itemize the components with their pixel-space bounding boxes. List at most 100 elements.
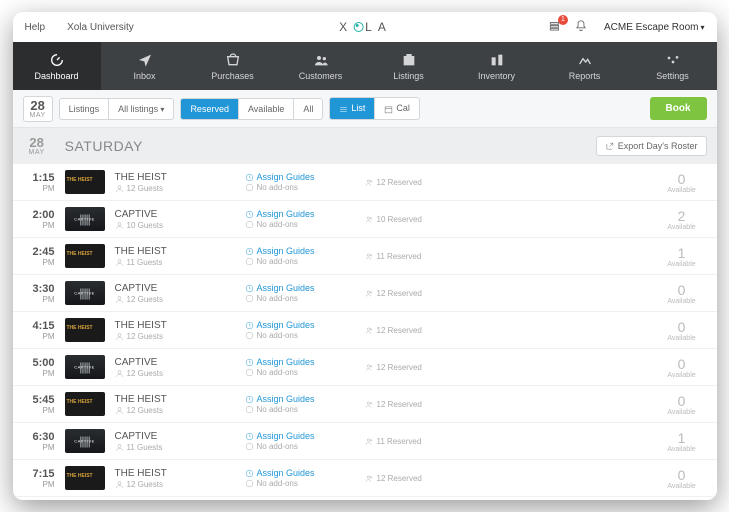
nav-purchases[interactable]: Purchases	[189, 42, 277, 90]
assign-guides-link[interactable]: Assign Guides	[245, 320, 355, 330]
event-actions: Assign GuidesNo add-ons	[245, 172, 355, 192]
tag-icon	[245, 257, 254, 266]
book-button[interactable]: Book	[650, 97, 707, 120]
logo-mark-icon	[353, 22, 363, 32]
event-row[interactable]: 2:45PMTHE HEIST11 GuestsAssign GuidesNo …	[13, 238, 717, 275]
clock-icon	[245, 395, 254, 404]
event-row[interactable]: 3:30PMCAPTIVE12 GuestsAssign GuidesNo ad…	[13, 275, 717, 312]
assign-guides-link[interactable]: Assign Guides	[245, 357, 355, 367]
addons-text: No add-ons	[245, 183, 355, 192]
available-count: 0Available	[657, 319, 707, 342]
person-icon	[115, 406, 124, 415]
view-cal[interactable]: Cal	[375, 98, 419, 118]
addons-text: No add-ons	[245, 405, 355, 414]
assign-guides-link[interactable]: Assign Guides	[245, 431, 355, 441]
xola-university-link[interactable]: Xola University	[67, 22, 134, 33]
addons-text: No add-ons	[245, 368, 355, 377]
available-count: 2Available	[657, 208, 707, 231]
event-thumbnail	[65, 392, 105, 416]
people-icon	[365, 289, 374, 298]
all-listings-dropdown[interactable]: All listings	[109, 99, 173, 119]
filter-available[interactable]: Available	[239, 99, 294, 119]
people-icon	[365, 400, 374, 409]
person-icon	[115, 369, 124, 378]
event-actions: Assign GuidesNo add-ons	[245, 431, 355, 451]
event-thumbnail	[65, 281, 105, 305]
people-icon	[365, 363, 374, 372]
listings-filter: Listings All listings	[59, 98, 175, 120]
event-row[interactable]: 5:00PMCAPTIVE12 GuestsAssign GuidesNo ad…	[13, 349, 717, 386]
nav-reports[interactable]: Reports	[541, 42, 629, 90]
event-info: THE HEIST12 Guests	[115, 172, 235, 193]
nav-dashboard[interactable]: Dashboard	[13, 42, 101, 90]
addons-text: No add-ons	[245, 257, 355, 266]
nav-inbox[interactable]: Inbox	[101, 42, 189, 90]
event-time: 5:45PM	[23, 394, 55, 415]
reserved-count: 12 Reserved	[365, 289, 455, 298]
assign-guides-link[interactable]: Assign Guides	[245, 209, 355, 219]
event-info: CAPTIVE11 Guests	[115, 431, 235, 452]
tag-icon	[245, 405, 254, 414]
event-actions: Assign GuidesNo add-ons	[245, 209, 355, 229]
addons-text: No add-ons	[245, 479, 355, 488]
view-toggle: List Cal	[329, 97, 420, 119]
tag-icon	[245, 479, 254, 488]
assign-guides-link[interactable]: Assign Guides	[245, 172, 355, 182]
event-thumbnail	[65, 170, 105, 194]
tag-icon	[245, 220, 254, 229]
person-icon	[115, 295, 124, 304]
clock-icon	[245, 247, 254, 256]
event-row[interactable]: 5:45PMTHE HEIST12 GuestsAssign GuidesNo …	[13, 386, 717, 423]
event-row[interactable]: 4:15PMTHE HEIST12 GuestsAssign GuidesNo …	[13, 312, 717, 349]
available-count: 1Available	[657, 430, 707, 453]
reserved-count: 10 Reserved	[365, 215, 455, 224]
help-link[interactable]: Help	[25, 22, 46, 33]
nav-inventory[interactable]: Inventory	[453, 42, 541, 90]
event-thumbnail	[65, 207, 105, 231]
event-actions: Assign GuidesNo add-ons	[245, 394, 355, 414]
top-bar: Help Xola University XLA ACME Escape Roo…	[13, 12, 717, 42]
nav-listings[interactable]: Listings	[365, 42, 453, 90]
people-icon	[365, 326, 374, 335]
event-time: 4:15PM	[23, 320, 55, 341]
event-info: THE HEIST12 Guests	[115, 320, 235, 341]
main-nav: DashboardInboxPurchasesCustomersListings…	[13, 42, 717, 90]
export-roster-button[interactable]: Export Day's Roster	[596, 136, 707, 156]
event-row[interactable]: 1:15PM THE HEIST12 Guests Assign GuidesNo …	[13, 164, 717, 201]
assign-guides-link[interactable]: Assign Guides	[245, 468, 355, 478]
event-thumbnail	[65, 429, 105, 453]
person-icon	[115, 332, 124, 341]
filter-bar: 28 MAY Listings All listings Reserved Av…	[13, 90, 717, 128]
date-picker[interactable]: 28 MAY	[23, 96, 53, 122]
addons-text: No add-ons	[245, 294, 355, 303]
reserved-count: 12 Reserved	[365, 363, 455, 372]
nav-settings[interactable]: Settings	[629, 42, 717, 90]
people-icon	[365, 178, 374, 187]
company-switcher[interactable]: ACME Escape Room▾	[604, 22, 705, 33]
event-row[interactable]: 6:30PM CAPTIVE11 Guests Assign GuidesNo ad…	[13, 423, 717, 460]
nav-customers[interactable]: Customers	[277, 42, 365, 90]
view-list[interactable]: List	[330, 98, 375, 118]
notifications-icon[interactable]	[548, 19, 562, 36]
event-info: CAPTIVE12 Guests	[115, 357, 235, 378]
event-row[interactable]: 2:00PMCAPTIVE10 GuestsAssign GuidesNo ad…	[13, 201, 717, 238]
event-thumbnail	[65, 318, 105, 342]
assign-guides-link[interactable]: Assign Guides	[245, 283, 355, 293]
filter-reserved[interactable]: Reserved	[181, 99, 239, 119]
clock-icon	[245, 284, 254, 293]
top-right: ACME Escape Room▾	[548, 19, 705, 36]
tag-icon	[245, 183, 254, 192]
assign-guides-link[interactable]: Assign Guides	[245, 394, 355, 404]
tag-icon	[245, 368, 254, 377]
available-count: 0Available	[657, 282, 707, 305]
people-icon	[365, 215, 374, 224]
event-row[interactable]: 7:15PMTHE HEIST12 GuestsAssign GuidesNo …	[13, 460, 717, 497]
available-count: 0Available	[657, 356, 707, 379]
event-time: 1:15PM	[23, 172, 55, 193]
assign-guides-link[interactable]: Assign Guides	[245, 246, 355, 256]
event-thumbnail	[65, 466, 105, 490]
filter-all[interactable]: All	[294, 99, 322, 119]
bell-icon[interactable]	[574, 19, 588, 36]
event-time: 6:30PM	[23, 431, 55, 452]
available-count: 0Available	[657, 393, 707, 416]
